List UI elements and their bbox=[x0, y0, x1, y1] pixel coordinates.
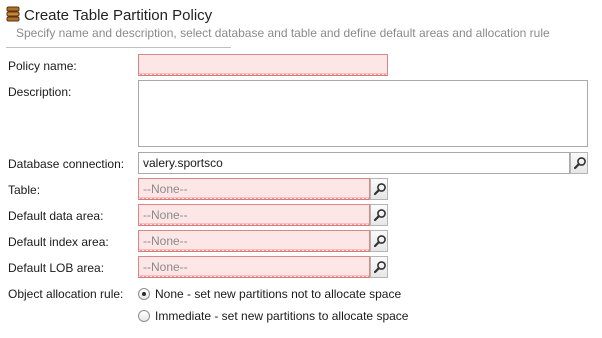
database-connection-lookup-button[interactable] bbox=[570, 152, 588, 174]
table-value: --None-- bbox=[143, 182, 188, 196]
description-label: Description: bbox=[8, 85, 72, 99]
magnifier-icon bbox=[373, 209, 386, 222]
default-index-area-input[interactable]: --None-- bbox=[138, 230, 370, 252]
default-data-area-lookup-button[interactable] bbox=[370, 204, 388, 226]
magnifier-icon bbox=[573, 157, 586, 170]
default-lob-area-value: --None-- bbox=[143, 260, 188, 274]
default-index-area-lookup-button[interactable] bbox=[370, 230, 388, 252]
default-lob-area-input[interactable]: --None-- bbox=[138, 256, 370, 278]
default-data-area-label: Default data area: bbox=[8, 209, 104, 223]
database-connection-label: Database connection: bbox=[8, 157, 125, 171]
magnifier-icon bbox=[373, 261, 386, 274]
default-data-area-input[interactable]: --None-- bbox=[138, 204, 370, 226]
magnifier-icon bbox=[373, 235, 386, 248]
default-data-area-value: --None-- bbox=[143, 208, 188, 222]
page-title: Create Table Partition Policy bbox=[24, 7, 213, 24]
radio-button-selected[interactable] bbox=[138, 288, 150, 300]
page-subtitle: Specify name and description, select dat… bbox=[16, 26, 550, 40]
table-label: Table: bbox=[8, 183, 41, 197]
default-lob-area-lookup-button[interactable] bbox=[370, 256, 388, 278]
description-textarea[interactable] bbox=[138, 80, 588, 147]
magnifier-icon bbox=[373, 183, 386, 196]
radio-button[interactable] bbox=[138, 310, 150, 322]
default-lob-area-label: Default LOB area: bbox=[8, 261, 105, 275]
table-input[interactable]: --None-- bbox=[138, 178, 370, 200]
policy-name-label: Policy name: bbox=[8, 59, 77, 73]
allocation-rule-label: Object allocation rule: bbox=[8, 287, 124, 301]
default-index-area-value: --None-- bbox=[143, 234, 188, 248]
default-index-area-label: Default index area: bbox=[8, 235, 109, 249]
allocation-rule-option-label[interactable]: Immediate - set new partitions to alloca… bbox=[155, 309, 408, 323]
database-stack-icon bbox=[6, 6, 20, 22]
allocation-rule-option-label[interactable]: None - set new partitions not to allocat… bbox=[155, 287, 401, 301]
table-lookup-button[interactable] bbox=[370, 178, 388, 200]
policy-name-input[interactable] bbox=[138, 54, 388, 76]
database-connection-value: valery.sportsco bbox=[143, 156, 223, 170]
header-divider bbox=[6, 47, 231, 48]
database-connection-input[interactable]: valery.sportsco bbox=[138, 152, 570, 174]
